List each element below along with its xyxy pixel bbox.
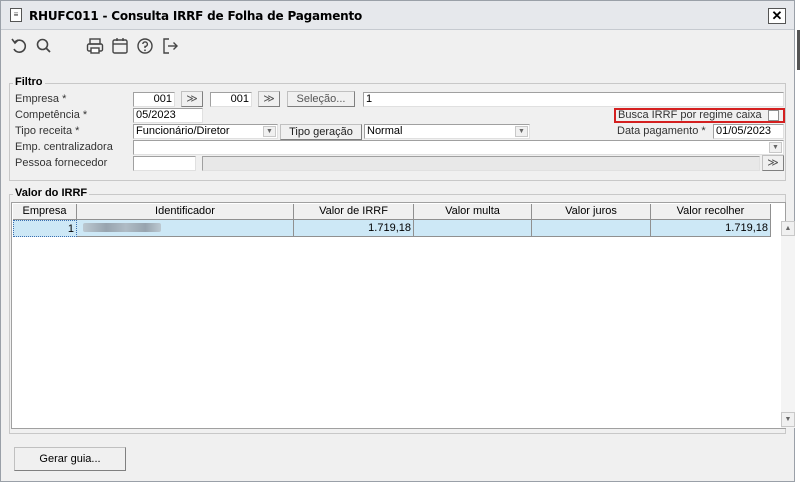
empresa-from-lookup-button[interactable]: ≫: [181, 91, 203, 107]
busca-irrf-highlight: [614, 108, 785, 123]
competencia-field[interactable]: 05/2023: [133, 108, 203, 123]
competencia-label: Competência *: [15, 109, 88, 121]
empresa-label: Empresa *: [15, 93, 67, 105]
table-cell-valor-juros[interactable]: [532, 220, 651, 237]
col-header-valor-irrf[interactable]: Valor de IRRF: [294, 204, 414, 220]
pessoa-fornecedor-label: Pessoa fornecedor: [15, 157, 108, 169]
tipo-receita-value: Funcionário/Diretor: [136, 125, 230, 137]
emp-centralizadora-select[interactable]: ▼: [133, 140, 784, 155]
search-icon[interactable]: [34, 36, 54, 56]
table-scrollbar[interactable]: ▲ ▼: [781, 221, 795, 428]
tipo-receita-select[interactable]: Funcionário/Diretor ▼: [133, 124, 278, 139]
col-header-valor-juros[interactable]: Valor juros: [532, 204, 651, 220]
table-cell-valor-irrf[interactable]: 1.719,18: [294, 220, 414, 237]
main-window: ≡ RHUFC011 - Consulta IRRF de Folha de P…: [0, 0, 795, 482]
table-cell-valor-multa[interactable]: [414, 220, 532, 237]
calendar-icon[interactable]: [110, 36, 130, 56]
help-icon[interactable]: [135, 36, 155, 56]
scroll-down-icon[interactable]: ▼: [781, 412, 795, 427]
pessoa-fornecedor-field[interactable]: [133, 156, 196, 171]
redacted-identifier: [83, 223, 161, 232]
table-cell-valor-recolher[interactable]: 1.719,18: [651, 220, 771, 237]
col-header-identificador[interactable]: Identificador: [77, 204, 294, 220]
empresa-value-field[interactable]: 1: [363, 92, 784, 107]
pessoa-fornecedor-lookup-button[interactable]: ≫: [762, 155, 784, 171]
valor-irrf-group-title: Valor do IRRF: [13, 187, 90, 199]
col-header-empresa[interactable]: Empresa: [13, 204, 77, 220]
filter-group-title: Filtro: [13, 76, 45, 88]
selecao-button[interactable]: Seleção...: [287, 91, 355, 107]
empresa-to-lookup-button[interactable]: ≫: [258, 91, 280, 107]
window-title: RHUFC011 - Consulta IRRF de Folha de Pag…: [29, 9, 363, 23]
close-button[interactable]: ✕: [768, 8, 786, 24]
chevron-down-icon[interactable]: ▼: [263, 126, 276, 137]
pessoa-fornecedor-name-field: [202, 156, 760, 171]
exit-icon[interactable]: [160, 36, 180, 56]
print-icon[interactable]: [85, 36, 105, 56]
chevron-down-icon[interactable]: ▼: [769, 142, 782, 153]
tipo-geracao-value: Normal: [367, 125, 403, 137]
data-pagamento-field[interactable]: 01/05/2023: [713, 124, 784, 139]
undo-icon[interactable]: [9, 36, 29, 56]
gerar-guia-button[interactable]: Gerar guia...: [14, 447, 126, 471]
title-bar: ≡ RHUFC011 - Consulta IRRF de Folha de P…: [1, 1, 794, 30]
chevron-down-icon[interactable]: ▼: [515, 126, 528, 137]
app-document-icon: ≡: [10, 8, 22, 22]
irrf-table: Empresa Identificador Valor de IRRF Valo…: [11, 202, 795, 429]
col-header-valor-multa[interactable]: Valor multa: [414, 204, 532, 220]
col-header-valor-recolher[interactable]: Valor recolher: [651, 204, 771, 220]
toolbar: [1, 30, 794, 62]
empresa-from-field[interactable]: 001: [133, 92, 175, 107]
tipo-receita-label: Tipo receita *: [15, 125, 80, 137]
emp-centralizadora-label: Emp. centralizadora: [15, 141, 113, 153]
scroll-up-icon[interactable]: ▲: [781, 221, 795, 236]
table-cell-empresa[interactable]: 1: [13, 220, 77, 237]
data-pagamento-label: Data pagamento *: [617, 125, 706, 137]
empresa-to-field[interactable]: 001: [210, 92, 252, 107]
tipo-geracao-select[interactable]: Normal ▼: [364, 124, 530, 139]
tipo-geracao-label: Tipo geração: [280, 124, 362, 140]
